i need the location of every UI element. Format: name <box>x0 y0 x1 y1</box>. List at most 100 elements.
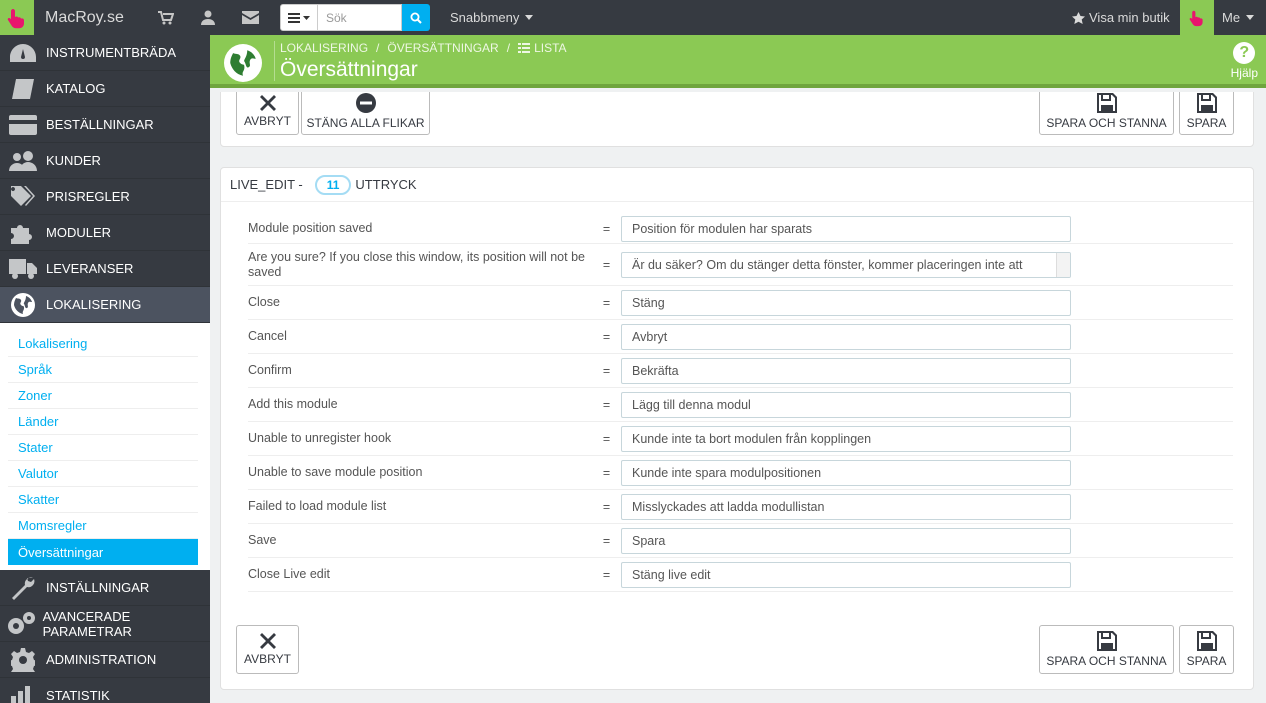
submenu-item-localization[interactable]: Lokalisering <box>8 331 198 357</box>
brand-name[interactable]: MacRoy.se <box>45 9 145 27</box>
hand-pointer-icon <box>7 8 24 28</box>
equals-sign: = <box>602 499 611 514</box>
puzzle-icon <box>0 215 46 251</box>
breadcrumb-item-translations[interactable]: ÖVERSÄTTNINGAR <box>387 41 498 55</box>
equals-sign: = <box>602 431 611 446</box>
sidebar-item-label: KATALOG <box>46 81 106 96</box>
source-text: Unable to unregister hook <box>248 431 392 445</box>
floppy-icon <box>1096 92 1117 113</box>
sidebar-item-localization[interactable]: LOKALISERING <box>0 287 210 323</box>
translation-input[interactable]: Stäng <box>621 289 1071 316</box>
sidebar-item-preferences[interactable]: INSTÄLLNINGAR <box>0 570 210 606</box>
translation-textarea[interactable]: Är du säker? Om du stänger detta fönster… <box>621 251 1071 278</box>
cart-icon[interactable] <box>155 0 177 35</box>
help-button[interactable]: ? Hjälp <box>1231 42 1258 80</box>
submenu-item-currencies[interactable]: Valutor <box>8 461 198 487</box>
sidebar-item-advanced-parameters[interactable]: AVANCERADE PARAMETRAR <box>0 606 210 642</box>
equals-sign: = <box>602 567 611 582</box>
sidebar-item-label: PRISREGLER <box>46 189 130 204</box>
star-icon <box>1072 11 1085 24</box>
translation-input[interactable]: Kunde inte ta bort modulen från koppling… <box>621 425 1071 452</box>
submenu-item-tax-rules[interactable]: Momsregler <box>8 513 198 539</box>
sidebar-item-modules[interactable]: MODULER <box>0 215 210 251</box>
translation-rows: Module position saved = Position för mod… <box>248 214 1233 592</box>
submenu-item-languages[interactable]: Språk <box>8 357 198 383</box>
sidebar-item-customers[interactable]: KUNDER <box>0 143 210 179</box>
quick-menu[interactable]: Snabbmeny <box>450 0 534 35</box>
save-button-top[interactable]: SPARA <box>1179 92 1234 135</box>
breadcrumb: LOKALISERING / ÖVERSÄTTNINGAR / LISTA <box>280 41 567 55</box>
sidebar-item-label: ADMINISTRATION <box>46 652 157 667</box>
translations-panel: LIVE_EDIT - 11 UTTRYCK Module position s… <box>220 167 1254 690</box>
breadcrumb-item-localization[interactable]: LOKALISERING <box>280 41 368 55</box>
equals-sign: = <box>602 221 611 236</box>
source-text: Cancel <box>248 329 287 343</box>
save-button-bottom[interactable]: SPARA <box>1179 625 1234 674</box>
submenu-item-states[interactable]: Stater <box>8 435 198 461</box>
book-icon <box>0 71 46 107</box>
equals-sign: = <box>602 465 611 480</box>
cancel-button-top[interactable]: AVBRYT <box>236 92 299 135</box>
submenu-item-translations[interactable]: Översättningar <box>8 539 198 565</box>
save-and-stay-button-top[interactable]: SPARA OCH STANNA <box>1039 92 1174 135</box>
tags-icon <box>0 179 46 215</box>
search-type-dropdown[interactable] <box>280 4 318 31</box>
sidebar-item-dashboard[interactable]: INSTRUMENTBRÄDA <box>0 35 210 71</box>
translation-input[interactable]: Position för modulen har sparats <box>621 215 1071 242</box>
sidebar-item-orders[interactable]: BESTÄLLNINGAR <box>0 107 210 143</box>
logo[interactable] <box>0 0 34 35</box>
submenu-item-countries[interactable]: Länder <box>8 409 198 435</box>
envelope-icon[interactable] <box>239 0 261 35</box>
submenu-item-zones[interactable]: Zoner <box>8 383 198 409</box>
cancel-button-bottom[interactable]: AVBRYT <box>236 625 299 674</box>
sidebar-item-price-rules[interactable]: PRISREGLER <box>0 179 210 215</box>
scrollbar[interactable] <box>1056 252 1070 277</box>
save-and-stay-label: SPARA OCH STANNA <box>1046 115 1167 130</box>
translation-input[interactable]: Spara <box>621 527 1071 554</box>
user-icon[interactable] <box>197 0 219 35</box>
submenu-item-taxes[interactable]: Skatter <box>8 487 198 513</box>
sidebar-item-catalog[interactable]: KATALOG <box>0 71 210 107</box>
translation-input[interactable]: Stäng live edit <box>621 561 1071 588</box>
employee-menu[interactable]: Me <box>1180 0 1266 35</box>
translation-input[interactable]: Misslyckades att ladda modullistan <box>621 493 1071 520</box>
equals-sign: = <box>602 533 611 548</box>
sidebar-item-label: KUNDER <box>46 153 101 168</box>
caret-down-icon <box>1246 15 1255 20</box>
top-toolbar-panel: AVBRYT STÄNG ALLA FLIKAR SPARA OCH STANN… <box>220 92 1254 147</box>
main-content: AVBRYT STÄNG ALLA FLIKAR SPARA OCH STANN… <box>210 92 1266 703</box>
translation-input[interactable]: Avbryt <box>621 323 1071 350</box>
sidebar-item-administration[interactable]: ADMINISTRATION <box>0 642 210 678</box>
table-row: Add this module = Lägg till denna modul <box>248 388 1233 422</box>
search-input[interactable] <box>318 4 402 31</box>
floppy-icon <box>1096 631 1117 651</box>
top-header: MacRoy.se Snabbmeny Visa min butik Me <box>0 0 1266 35</box>
table-row: Module position saved = Position för mod… <box>248 214 1233 244</box>
page-header: LOKALISERING / ÖVERSÄTTNINGAR / LISTA Öv… <box>210 35 1266 88</box>
truck-icon <box>0 251 46 287</box>
search-bar <box>280 4 430 31</box>
translation-input[interactable]: Bekräfta <box>621 357 1071 384</box>
credit-card-icon <box>0 107 46 143</box>
source-text: Close Live edit <box>248 567 330 581</box>
question-icon: ? <box>1233 42 1256 64</box>
avatar <box>1180 0 1214 35</box>
breadcrumb-item-label: LISTA <box>534 41 567 55</box>
translation-value: Är du säker? Om du stänger detta fönster… <box>632 257 1023 272</box>
quick-menu-label: Snabbmeny <box>450 10 520 25</box>
floppy-icon <box>1196 92 1217 113</box>
sidebar-item-shipping[interactable]: LEVERANSER <box>0 251 210 287</box>
close-all-tabs-button[interactable]: STÄNG ALLA FLIKAR <box>301 92 430 135</box>
source-text: Failed to load module list <box>248 499 387 513</box>
employee-name: Me <box>1222 10 1241 25</box>
translation-input[interactable]: Lägg till denna modul <box>621 391 1071 418</box>
globe-icon <box>224 44 262 82</box>
save-and-stay-label: SPARA OCH STANNA <box>1046 654 1167 668</box>
save-and-stay-button-bottom[interactable]: SPARA OCH STANNA <box>1039 625 1174 674</box>
users-icon <box>0 143 46 179</box>
search-button[interactable] <box>402 4 430 31</box>
translation-input[interactable]: Kunde inte spara modulpositionen <box>621 459 1071 486</box>
sidebar-item-statistics[interactable]: STATISTIK <box>0 678 210 703</box>
source-text: Confirm <box>248 363 292 377</box>
view-shop-link[interactable]: Visa min butik <box>1072 0 1170 35</box>
